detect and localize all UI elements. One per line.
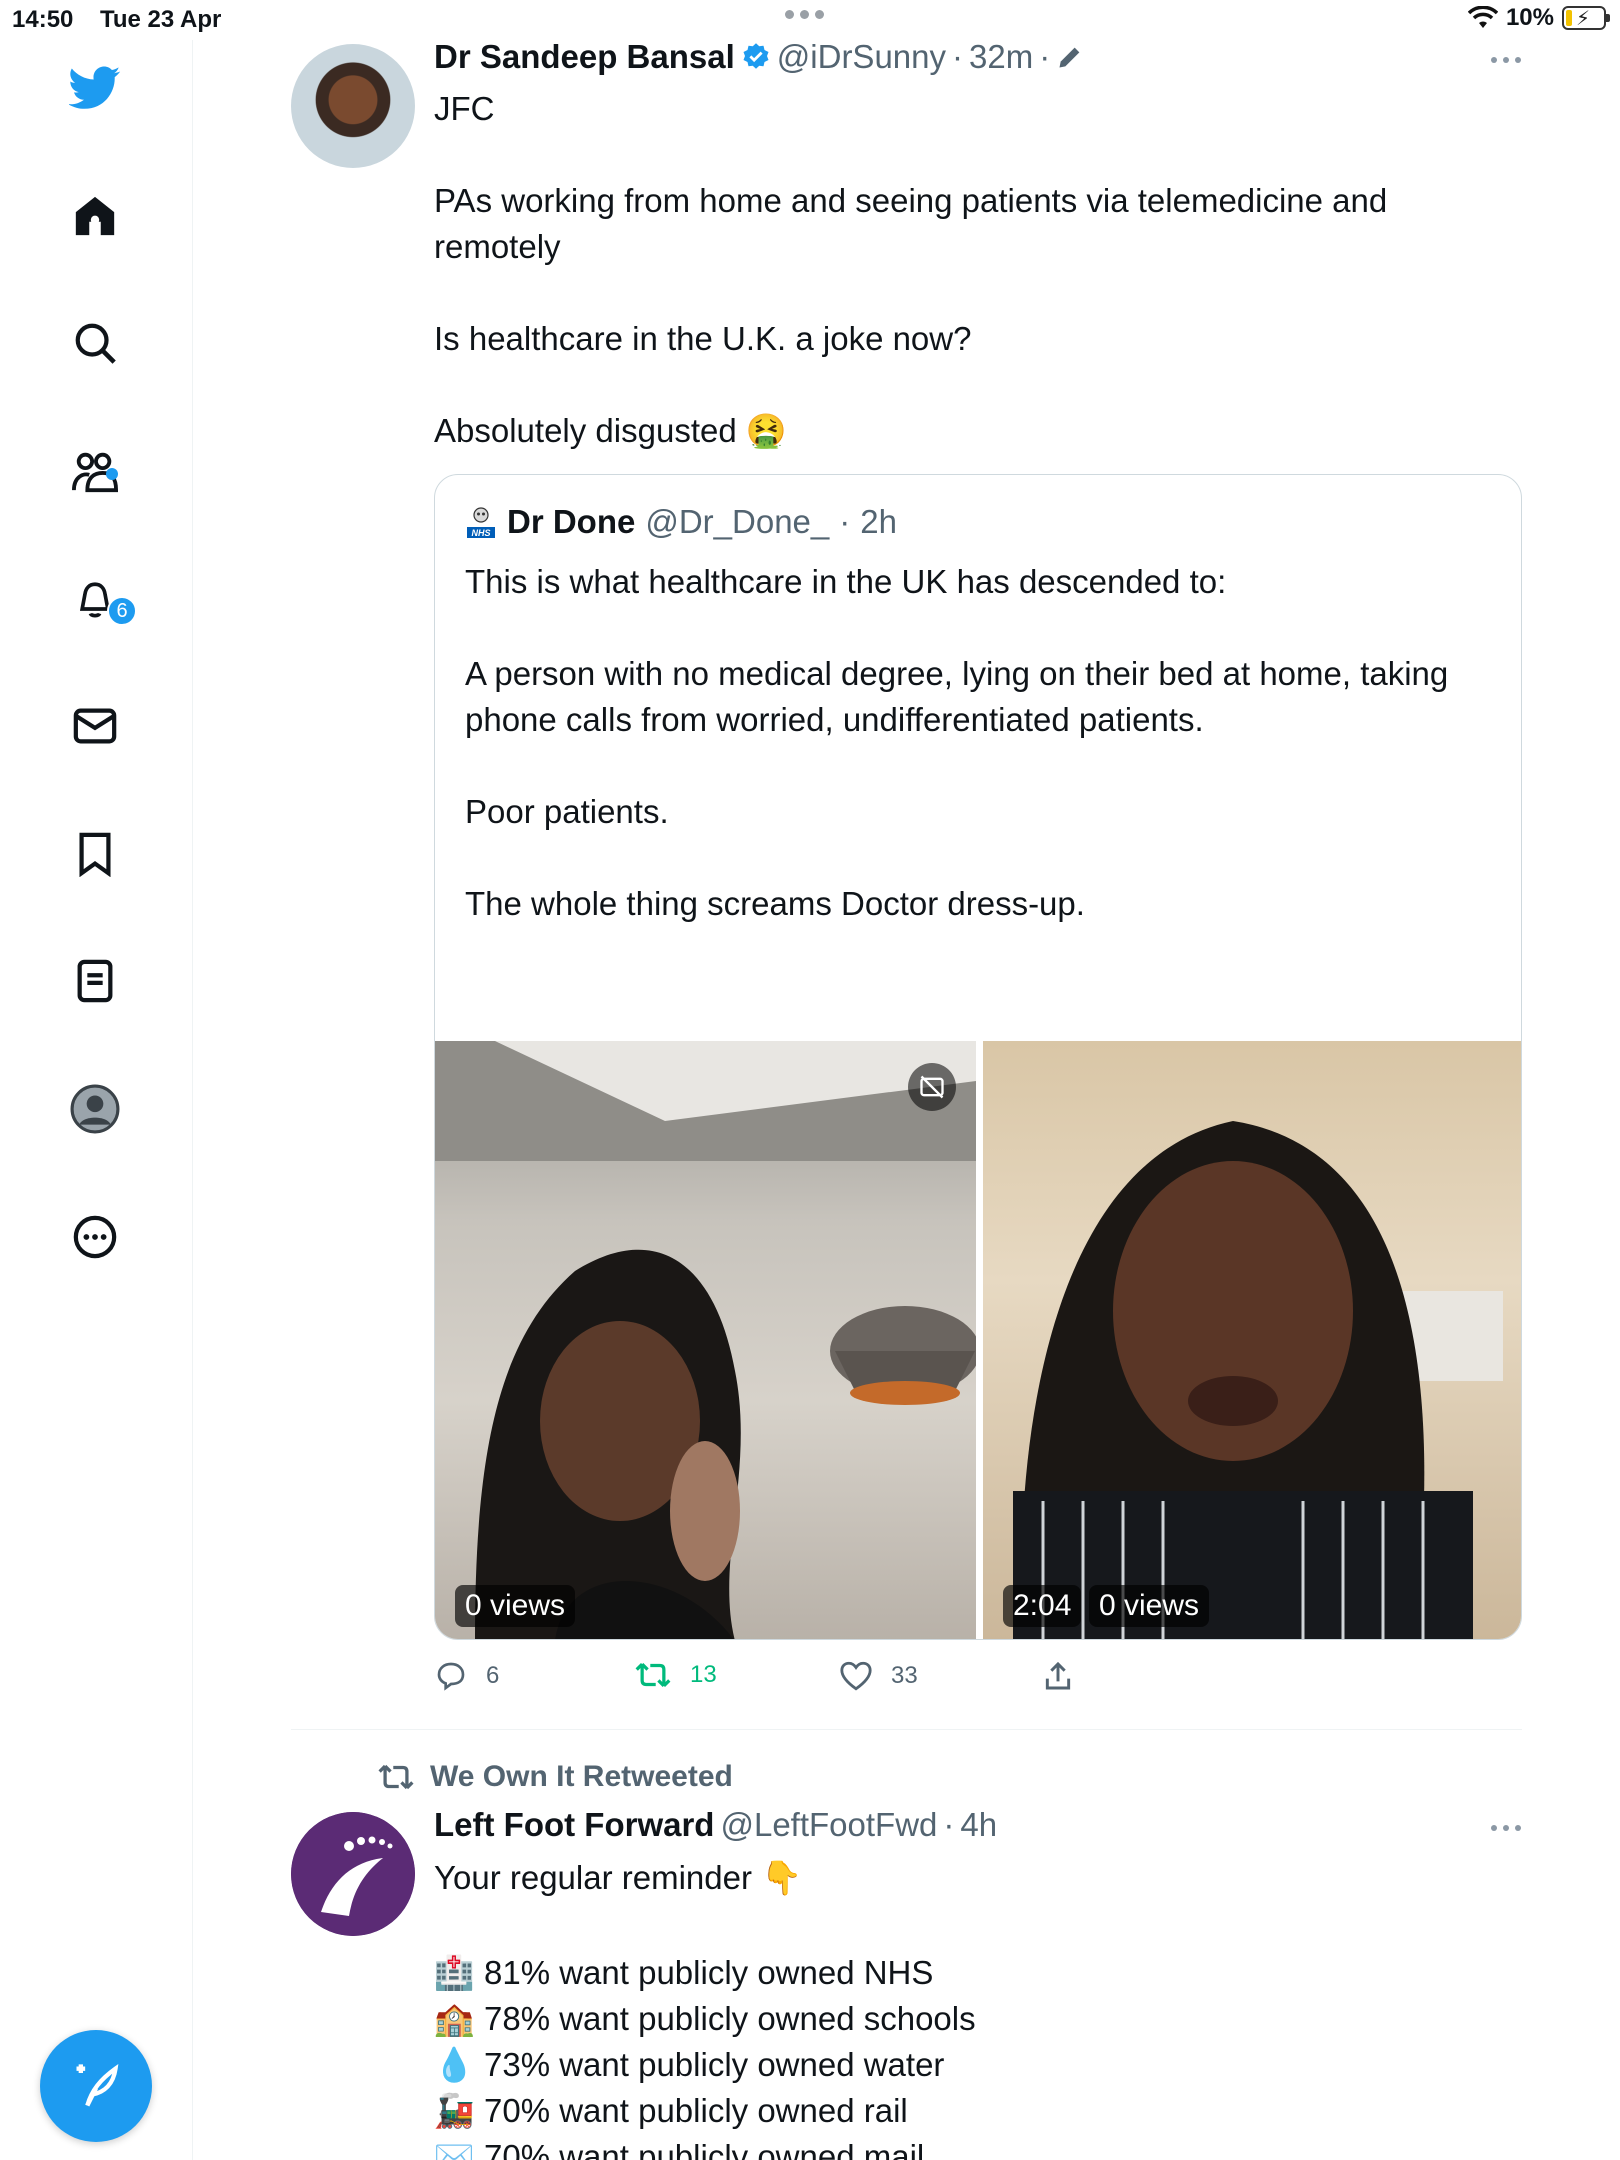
retweeted-by-text: We Own It Retweeted [430, 1760, 733, 1793]
list-item: 🏫 78% want publicly owned schools [433, 1996, 976, 2042]
lists-icon[interactable] [65, 951, 125, 1011]
retweeted-by-line[interactable]: We Own It Retweeted [376, 1760, 733, 1794]
multitasking-dots-icon[interactable] [785, 10, 824, 19]
compose-tweet-button[interactable] [40, 2030, 152, 2142]
video-frame-2-image [1013, 1121, 1503, 1639]
tweet1-separator-2: · [1039, 38, 1051, 75]
tweet1-author-name[interactable]: Dr Sandeep Bansal [434, 38, 735, 76]
compose-feather-icon [76, 2063, 119, 2107]
list-item-text: 70% want publicly owned mail [484, 2138, 925, 2160]
reply-count: 6 [486, 1662, 500, 1689]
sidebar: 6 [0, 40, 193, 2160]
home-icon[interactable] [65, 186, 125, 246]
retweet-icon [635, 1662, 671, 1688]
hospital-emoji-icon: 🏥 [433, 1954, 475, 1991]
battery-percent: 10% [1505, 4, 1554, 31]
envelope-emoji-icon: ✉️ [433, 2138, 475, 2160]
like-count: 33 [891, 1662, 918, 1689]
retweet-count: 13 [690, 1661, 717, 1688]
quote-author-name[interactable]: Dr Done [507, 503, 635, 541]
verified-badge-icon [743, 43, 769, 69]
nhs-skull-avatar-icon: NHS [465, 505, 497, 539]
share-button[interactable] [1042, 1660, 1074, 1692]
list-item-text: 81% want publicly owned NHS [484, 1954, 934, 1991]
tweet1-more-icon[interactable] [1491, 57, 1521, 63]
more-options-icon[interactable] [65, 1207, 125, 1267]
wifi-icon [1467, 6, 1498, 28]
list-item-text: 70% want publicly owned rail [484, 2092, 908, 2129]
tweet1-avatar[interactable] [291, 44, 415, 168]
search-icon[interactable] [65, 313, 125, 373]
tweet2-author-name[interactable]: Left Foot Forward [434, 1806, 714, 1844]
train-emoji-icon: 🚂 [433, 2092, 475, 2129]
tweet2-list: 🏥 81% want publicly owned NHS 🏫 78% want… [433, 1950, 976, 2160]
tweet1-action-bar: 6 13 33 [434, 1660, 1134, 1700]
tweet1-timestamp[interactable]: 32m [969, 38, 1033, 76]
list-item: 🏥 81% want publicly owned NHS [433, 1950, 976, 1996]
quote-timestamp[interactable]: 2h [860, 503, 897, 541]
quoted-tweet[interactable]: NHS Dr Done @Dr_Done_ · 2h This is what … [434, 474, 1522, 1640]
autoplay-toggle-icon[interactable] [908, 1063, 956, 1111]
left-foot-forward-logo-icon [291, 1812, 415, 1936]
tweet2-timestamp[interactable]: 4h [960, 1806, 997, 1844]
video1-views: 0 views [455, 1585, 576, 1627]
video-frame-1-image [435, 1041, 976, 1639]
svg-text:NHS: NHS [471, 528, 490, 538]
profile-avatar-icon[interactable] [65, 1079, 125, 1139]
retweet-button[interactable]: 13 [634, 1660, 717, 1690]
video-thumbnail-2[interactable]: 2:04 0 views [983, 1041, 1521, 1639]
notifications-badge: 6 [107, 596, 137, 626]
tweet2-avatar[interactable] [291, 1812, 415, 1936]
status-time: 14:50 [12, 6, 74, 33]
quote-handle[interactable]: @Dr_Done_ [645, 503, 829, 541]
heart-icon [840, 1661, 872, 1691]
battery-icon: ⚡ [1562, 6, 1610, 30]
reply-button[interactable]: 6 [434, 1660, 499, 1692]
video-thumbnail-1[interactable]: 0 views [435, 1041, 976, 1639]
status-date: Tue 23 Apr [100, 6, 222, 33]
share-icon [1045, 1661, 1071, 1690]
quote-separator: · [839, 503, 851, 540]
quote-header: NHS Dr Done @Dr_Done_ · 2h [465, 503, 897, 541]
list-item: ✉️ 70% want publicly owned mail [433, 2134, 976, 2160]
bookmarks-icon[interactable] [65, 824, 125, 884]
tweet-divider [291, 1729, 1522, 1730]
tweet1-separator: · [952, 38, 964, 75]
status-bar: 14:50 Tue 23 Apr 10% ⚡ [0, 0, 1620, 40]
edit-pencil-icon [1059, 47, 1080, 68]
tweet2-separator: · [943, 1806, 955, 1843]
communities-dot [106, 468, 118, 480]
retweet-small-icon [378, 1764, 414, 1790]
reply-icon [437, 1662, 465, 1691]
school-emoji-icon: 🏫 [433, 2000, 475, 2037]
twitter-logo-icon[interactable] [65, 58, 125, 118]
quote-text: This is what healthcare in the UK has de… [465, 563, 1449, 922]
video2-duration: 2:04 [1003, 1585, 1082, 1627]
droplet-emoji-icon: 💧 [433, 2046, 475, 2083]
list-item: 🚂 70% want publicly owned rail [433, 2088, 976, 2134]
list-item-text: 73% want publicly owned water [484, 2046, 945, 2083]
video2-views: 0 views [1089, 1585, 1210, 1627]
tweet2-handle[interactable]: @LeftFootFwd [720, 1806, 937, 1844]
tweet2-header: Left Foot Forward @LeftFootFwd · 4h [434, 1806, 997, 1844]
tweet2-more-icon[interactable] [1491, 1825, 1521, 1831]
messages-icon[interactable] [65, 696, 125, 756]
tweet1-header: Dr Sandeep Bansal @iDrSunny · 32m · [434, 38, 1084, 76]
tweet1-text: JFC PAs working from home and seeing pat… [434, 90, 1388, 449]
tweet2-text: Your regular reminder 👇 [434, 1859, 803, 1896]
status-right: 10% ⚡ [1467, 4, 1610, 32]
tweet1-handle[interactable]: @iDrSunny [777, 38, 946, 76]
list-item-text: 78% want publicly owned schools [484, 2000, 976, 2037]
list-item: 💧 73% want publicly owned water [433, 2042, 976, 2088]
like-button[interactable]: 33 [839, 1660, 918, 1692]
